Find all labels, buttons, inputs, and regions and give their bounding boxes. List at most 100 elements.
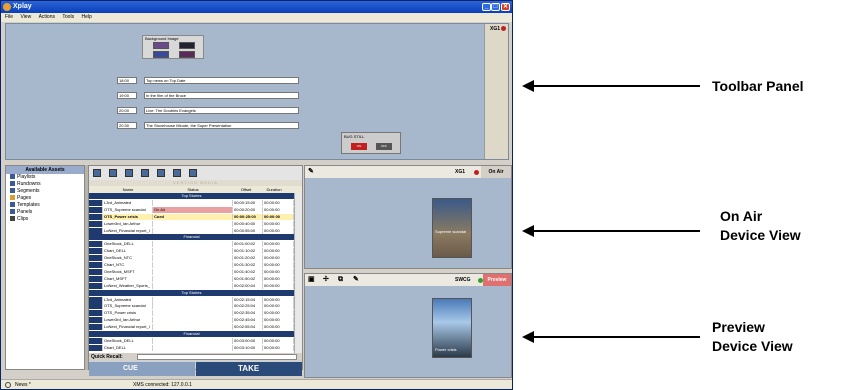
copy-icon[interactable] [157,169,165,177]
menu-help[interactable]: Help [81,14,91,20]
cell-duration: 00:00:00 [263,220,294,227]
playlist-row[interactable]: Lower3rd_Ian Arthur 00:00:40:00 00:00:00 [89,220,294,227]
cell-name: OneStock_MSFT [103,268,153,275]
playlist-row[interactable]: OTS_Supreme scandal On Air 00:00:20:00 00:0… [89,206,294,213]
time-field-2[interactable]: 19:00 [117,92,137,99]
row-marker [89,310,103,317]
bg-thumb-3[interactable] [153,51,169,58]
col-offset[interactable]: Offset [233,186,259,193]
text-field-3[interactable]: Live: The Doubles Evangels [144,107,299,114]
asset-rundowns[interactable]: Rundowns [6,181,84,188]
row-marker [89,255,103,262]
bug-off-button[interactable]: OFF [376,143,392,150]
cell-status [153,303,233,310]
col-status[interactable]: Status [153,186,233,193]
minimize-button[interactable]: _ [482,3,491,11]
menu-tools[interactable]: Tools [62,14,74,20]
playlist-group-row[interactable]: Top Stories [89,289,294,296]
playlist-row[interactable]: Chart_MSFT 00:01:50:02 00:00:00 [89,275,294,282]
playlist-row[interactable]: Lower3rd_Ian Arthur 00:02:45:04 00:00:00 [89,317,294,324]
asset-pages[interactable]: Pages [6,195,84,202]
cell-status [153,344,233,351]
text-field-4[interactable]: The Stovehouse Minute, the Super Present… [144,122,299,129]
col-duration[interactable]: Duration [259,186,289,193]
status-tab[interactable]: News * [15,380,31,389]
edit-icon[interactable]: ✎ [353,274,359,286]
cell-status [153,241,233,248]
playlist-group-row[interactable]: Top Stories [89,193,294,199]
time-field-1[interactable]: 18:00 [117,77,137,84]
playlist-row[interactable]: OTS_Power crisis 00:02:35:04 00:00:00 [89,310,294,317]
paste-icon[interactable] [173,169,181,177]
playlist-group-row[interactable]: Financial [89,331,294,337]
bug-on-button[interactable]: ON [351,143,367,150]
application-window: Xplay _ □ ✕ File View Actions Tools Help… [0,0,513,390]
new-icon[interactable] [93,169,101,177]
preview-tab[interactable]: Preview [483,274,511,286]
playlist-row[interactable]: LoNext_Financial report_I 00:02:55:04 00:0… [89,324,294,331]
asset-panels[interactable]: Panels [6,209,84,216]
cell-status [153,268,233,275]
playlist-group-row[interactable]: Financial [89,234,294,241]
playlist-row[interactable]: OneStock_MSFT 00:01:40:02 00:00:00 [89,268,294,275]
playlist-row[interactable]: L3rd_Animated 00:02:15:04 00:00:00 [89,296,294,303]
tab-close-icon[interactable] [5,382,11,388]
cell-duration: 00:00:00 [263,324,294,331]
text-field-2[interactable]: In the film of the Bruce [144,92,299,99]
save-icon[interactable] [125,169,133,177]
status-message: XMS connected: 127.0.0.1 [133,382,192,388]
bg-thumb-2[interactable] [179,42,195,49]
playlist-row[interactable]: Chart_DELL 00:03:10:00 00:00:00 [89,344,294,351]
bg-thumb-1[interactable] [153,42,169,49]
playlist-row[interactable]: LoNext_Financial report_I 00:00:55:00 00:0… [89,227,294,234]
asset-templates[interactable]: Templates [6,202,84,209]
col-name[interactable]: Name [103,186,153,193]
settings-icon[interactable]: ✢ [323,274,329,286]
cell-offset: 00:01:20:02 [233,255,263,262]
cell-name: Chart_MSFT [103,275,153,282]
edit-icon[interactable]: ✎ [308,166,314,178]
playlist-row[interactable]: OneStock_DELL 00:03:00:00 00:00:00 [89,337,294,344]
close-button[interactable]: ✕ [501,3,510,11]
cell-name: Lower3rd_Ian Arthur [103,220,153,227]
cue-button[interactable]: CUE [89,362,195,376]
time-field-4[interactable]: 20:30 [117,122,137,129]
take-button[interactable]: TAKE [196,362,302,376]
asset-label: Templates [17,202,40,208]
asset-segments[interactable]: Segments [6,188,84,195]
text-field-1[interactable]: Top news on Top Date [144,77,299,84]
quick-recall-input[interactable] [137,354,297,360]
playlist-row[interactable]: OneStock_NTC 00:01:20:02 00:00:00 [89,255,294,262]
maximize-button[interactable]: □ [491,3,500,11]
background-image-group: Background Image [142,35,204,59]
playlist-row[interactable]: L3rd_Animated 00:00:15:00 00:00:00 [89,199,294,206]
menu-actions[interactable]: Actions [39,14,55,20]
save-icon[interactable]: ▣ [308,274,315,286]
delete-icon[interactable] [189,169,197,177]
playlist-row[interactable]: LoNext_Weather_Sports_ 00:02:00:04 00:00:0… [89,282,294,289]
playlist-row[interactable]: Chart_DELL 00:01:10:02 00:00:00 [89,248,294,255]
cell-duration: 00:00:00 [263,303,294,310]
asset-playlists[interactable]: Playlists [6,174,84,181]
on-air-tab[interactable]: On Air [481,166,511,178]
cell-status [153,199,233,206]
cell-status [153,255,233,262]
playlist-row[interactable]: OTS_Supreme scandal 00:02:25:04 00:00:00 [89,303,294,310]
bug-still-group: BUG STILL ON OFF [341,132,401,154]
playlist-row[interactable]: OneStock_DELL 00:01:00:02 00:00:00 [89,241,294,248]
copy-icon[interactable]: ⧉ [338,274,343,286]
playlist-row[interactable]: OTS_Power crisis Cued 00:00:25:00 00:00:00 [89,213,294,220]
asset-clips[interactable]: Clips [6,216,84,223]
bg-thumb-4[interactable] [179,51,195,58]
playlist-row[interactable]: Chart_NTC 00:01:30:02 00:00:00 [89,262,294,268]
cut-icon[interactable] [141,169,149,177]
preview-caption: Power crisis [435,347,457,352]
time-field-3[interactable]: 20:00 [117,107,137,114]
on-air-thumbnail: Supreme scandal [432,198,472,258]
playlist-scrollbar[interactable] [294,193,302,353]
preview-callout-line1: Preview [712,319,765,335]
menu-file[interactable]: File [5,14,13,20]
open-icon[interactable] [109,169,117,177]
menu-view[interactable]: View [20,14,31,20]
title-bar: Xplay _ □ ✕ [1,1,512,13]
